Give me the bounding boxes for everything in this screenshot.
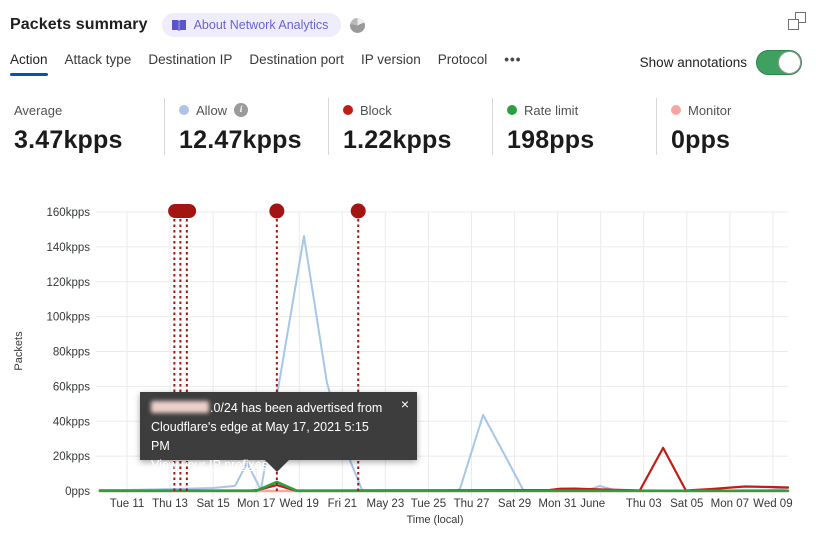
y-tick-label: 20kpps	[53, 451, 90, 463]
y-tick-label: 40kpps	[53, 416, 90, 428]
stat-label: Average	[14, 102, 63, 118]
x-tick-label: Mon 17	[237, 498, 275, 510]
info-icon[interactable]: i	[234, 103, 249, 117]
y-tick-label: 160kpps	[47, 207, 91, 219]
stat-label: Monitor	[688, 102, 732, 118]
x-tick-label: Fri 21	[328, 498, 357, 510]
annotation-marker-cluster[interactable]	[168, 204, 197, 218]
legend-dot	[671, 105, 681, 115]
tab-attack-type[interactable]: Attack type	[65, 52, 132, 76]
show-annotations-label: Show annotations	[639, 55, 747, 70]
x-tick-label: May 23	[367, 498, 405, 510]
y-tick-label: 120kpps	[47, 277, 91, 289]
tab-destination-port[interactable]: Destination port	[249, 52, 344, 76]
legend-dot	[179, 105, 189, 115]
y-tick-label: 140kpps	[47, 242, 91, 254]
badge-label: About Network Analytics	[193, 18, 329, 32]
network-analytics-panel: Packets summary About Network Analytics …	[0, 0, 816, 545]
tooltip-caret	[264, 459, 290, 472]
x-tick-label: Sat 15	[196, 498, 229, 510]
y-tick-label: 80kpps	[53, 347, 90, 359]
pie-indicator-icon[interactable]	[350, 17, 366, 33]
show-annotations-toggle[interactable]	[756, 50, 802, 75]
stat-label: Block	[360, 102, 392, 118]
x-tick-label: Mon 31	[538, 498, 576, 510]
stat-monitor: Monitor 0pps	[656, 98, 816, 155]
window-restore-icon[interactable]	[788, 12, 806, 30]
x-tick-label: Thu 13	[152, 498, 188, 510]
tooltip-line1: .0/24 has been advertised from	[210, 401, 383, 415]
y-tick-label: 100kpps	[47, 312, 91, 324]
x-tick-label: Thu 03	[626, 498, 662, 510]
toggle-knob	[778, 51, 801, 74]
stat-value: 0pps	[671, 126, 731, 154]
tab-protocol[interactable]: Protocol	[438, 52, 488, 76]
stat-value: 198pps	[507, 126, 595, 154]
stat-block: Block 1.22kpps	[328, 98, 492, 155]
legend-dot	[343, 105, 353, 115]
stat-average: Average 3.47kpps	[0, 98, 164, 155]
y-tick-label: 0pps	[65, 486, 90, 498]
tab-destination-ip[interactable]: Destination IP	[148, 52, 232, 76]
y-axis-title: Packets	[13, 331, 25, 371]
view-ip-prefixes-link[interactable]: View your IP prefixes	[151, 458, 268, 472]
stat-label: Rate limit	[524, 102, 579, 118]
x-tick-label: June	[580, 498, 605, 510]
legend-dot	[507, 105, 517, 115]
tab-action[interactable]: Action	[10, 52, 48, 76]
tab-ip-version[interactable]: IP version	[361, 52, 421, 76]
stat-label: Allow	[196, 102, 228, 118]
x-tick-label: Sat 29	[498, 498, 531, 510]
header: Packets summary About Network Analytics	[10, 10, 806, 40]
x-axis-title: Time (local)	[406, 514, 463, 526]
stat-allow: Allow i 12.47kpps	[164, 98, 328, 155]
x-tick-label: Wed 09	[753, 498, 792, 510]
x-tick-label: Tue 25	[411, 498, 446, 510]
stat-value: 1.22kpps	[343, 126, 452, 154]
stat-value: 3.47kpps	[14, 126, 123, 154]
annotation-marker-dot[interactable]	[269, 203, 285, 219]
x-tick-label: Wed 19	[280, 498, 319, 510]
y-tick-label: 60kpps	[53, 381, 90, 393]
tab-more-menu[interactable]: •••	[504, 52, 521, 76]
tooltip-line2: Cloudflare's edge at May 17, 2021 5:15 P…	[151, 420, 369, 453]
dimension-tabs: Action Attack type Destination IP Destinati…	[10, 52, 521, 76]
x-tick-label: Mon 07	[711, 498, 749, 510]
stats-row: Average 3.47kpps Allow i 12.47kpps Block 1.22k…	[0, 98, 816, 155]
close-icon[interactable]: ×	[401, 396, 409, 412]
annotation-tooltip: × .0/24 has been advertised from Cloudfl…	[140, 392, 417, 472]
stat-rate-limit: Rate limit 198pps	[492, 98, 656, 155]
annotation-marker-dot[interactable]	[350, 203, 366, 219]
show-annotations-control: Show annotations	[640, 50, 802, 75]
page-title: Packets summary	[10, 16, 148, 33]
redacted-ip-prefix	[151, 401, 209, 413]
packets-chart[interactable]: 160kpps 140kpps 120kpps 100kpps 80kpps 60kpps…	[0, 190, 816, 540]
x-tick-label: Tue 11	[110, 498, 145, 510]
stat-value: 12.47kpps	[179, 126, 302, 154]
x-tick-label: Sat 05	[670, 498, 703, 510]
about-network-analytics-badge[interactable]: About Network Analytics	[161, 13, 342, 37]
book-icon	[171, 19, 187, 32]
x-tick-label: Thu 27	[454, 498, 490, 510]
